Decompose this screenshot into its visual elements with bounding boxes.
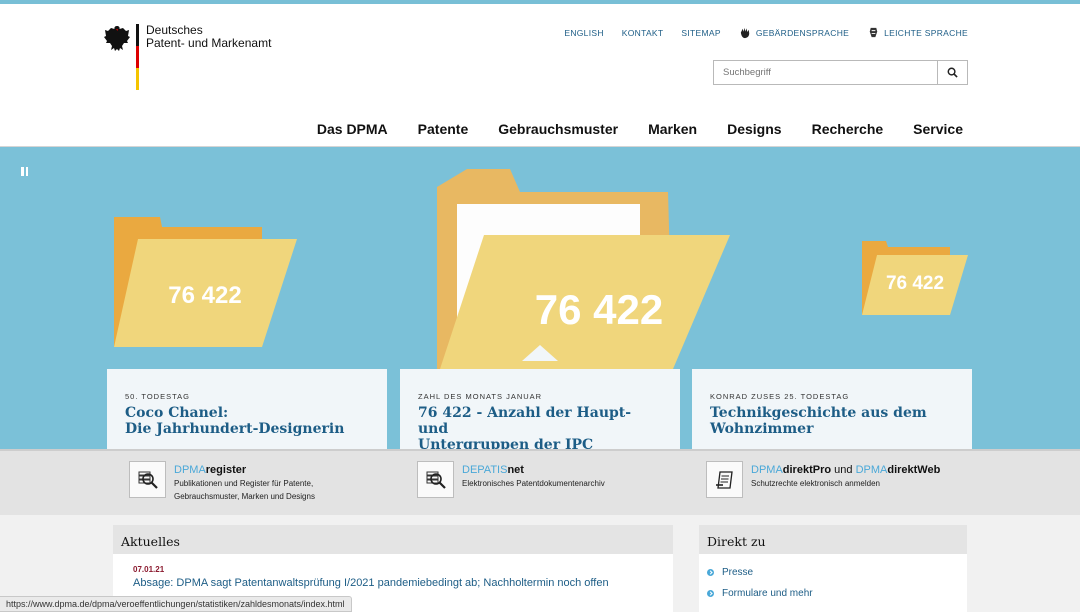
direkt-heading: Direkt zu — [699, 525, 967, 554]
link-sitemap-label: SITEMAP — [681, 27, 721, 38]
browser-status-url: https://www.dpma.de/dpma/veroeffentlichu… — [0, 596, 352, 612]
card-title: Technikgeschichte aus dem Wohnzimmer — [710, 405, 954, 437]
direkt-link-label: Presse — [722, 567, 754, 578]
card-title-line-1: 76 422 - Anzahl der Haupt- und — [418, 405, 632, 437]
direkt-link-label: Formulare und mehr — [722, 588, 813, 599]
service-brand: DEPATIS — [462, 464, 508, 476]
card-title-line-1: Coco Chanel: — [125, 405, 229, 421]
service-name: DEPATISnet — [462, 464, 605, 476]
card-title: 76 422 - Anzahl der Haupt- und Untergrup… — [418, 405, 662, 449]
logo-text: Deutsches Patent- und Markenamt — [146, 24, 271, 50]
service-product: direktPro — [782, 464, 832, 476]
link-gebaerdensprache[interactable]: GEBÄRDENSPRACHE — [739, 26, 849, 39]
hero-card-zahl-des-monats[interactable]: ZAHL DES MONATS JANUAR 76 422 - Anzahl d… — [400, 369, 680, 449]
service-nav: ENGLISH KONTAKT SITEMAP GEBÄRDENSPRACHE … — [564, 26, 968, 39]
folder-left: 76 422 — [114, 217, 297, 347]
card-title-line-2: Untergruppen der IPC — [418, 437, 594, 449]
service-desc-line-2: Gebrauchsmuster, Marken und Designs — [174, 492, 315, 501]
service-brand: DPMA — [174, 464, 206, 476]
service-brand: DPMA — [751, 464, 783, 476]
card-title-line-2: Die Jahrhundert-Designerin — [125, 421, 345, 437]
service-desc-line-1: Schutzrechte elektronisch anmelden — [751, 479, 880, 488]
pause-icon[interactable] — [21, 167, 29, 176]
folder-center: 76 422 — [437, 169, 730, 369]
link-leichte-sprache[interactable]: LEICHTE SPRACHE — [867, 26, 968, 39]
folder-right-number: 76 422 — [886, 273, 944, 294]
search-box — [713, 60, 968, 85]
hero-card-coco-chanel[interactable]: 50. TODESTAG Coco Chanel: Die Jahrhunder… — [107, 369, 387, 449]
dpma-logo[interactable]: Deutsches Patent- und Markenamt — [104, 22, 304, 94]
archive-search-icon — [417, 461, 454, 498]
direkt-link-formulare[interactable]: Formulare und mehr — [707, 588, 967, 599]
card-title: Coco Chanel: Die Jahrhundert-Designerin — [125, 405, 369, 437]
service-product: register — [205, 464, 247, 476]
register-search-icon — [129, 461, 166, 498]
service-dpmaregister[interactable]: DPMAregister Publikationen und Register … — [129, 461, 315, 503]
folder-right: 76 422 — [862, 241, 968, 315]
main-nav: Das DPMA Patente Gebrauchsmuster Marken … — [317, 121, 963, 137]
service-product: net — [507, 464, 524, 476]
federal-eagle-icon — [104, 26, 130, 51]
card-kicker: 50. TODESTAG — [125, 392, 190, 401]
service-name: DPMAregister — [174, 464, 315, 476]
aktuelles-heading: Aktuelles — [113, 525, 673, 554]
direkt-link-presse[interactable]: Presse — [707, 567, 967, 578]
arrow-bullet-icon — [707, 569, 714, 576]
nav-service[interactable]: Service — [913, 121, 963, 137]
card-kicker: ZAHL DES MONATS JANUAR — [418, 392, 543, 401]
service-dpmadirekt[interactable]: DPMAdirektPro und DPMAdirektWeb Schutzre… — [706, 461, 940, 498]
link-kontakt[interactable]: KONTAKT — [622, 28, 664, 38]
link-english[interactable]: ENGLISH — [564, 28, 603, 38]
link-english-label: ENGLISH — [564, 27, 604, 38]
top-accent-line — [0, 0, 1080, 4]
nav-recherche[interactable]: Recherche — [812, 121, 884, 137]
nav-marken[interactable]: Marken — [648, 121, 697, 137]
service-depatisnet[interactable]: DEPATISnet Elektronisches Patentdokument… — [417, 461, 605, 498]
news-link[interactable]: Absage: DPMA sagt Patentanwaltsprüfung I… — [133, 577, 673, 589]
search-icon — [947, 67, 958, 78]
card-kicker: KONRAD ZUSES 25. TODESTAG — [710, 392, 850, 401]
service-product-2: direktWeb — [887, 464, 941, 476]
link-sitemap[interactable]: SITEMAP — [681, 28, 720, 38]
logo-line-2: Patent- und Markenamt — [146, 36, 272, 50]
hero-slider: 76 422 76 422 76 422 50. TODESTAG Coco C… — [0, 147, 1080, 449]
direkt-panel: Direkt zu Presse Formulare und mehr — [699, 525, 967, 612]
service-name: DPMAdirektPro und DPMAdirektWeb — [751, 464, 940, 476]
sign-language-icon — [740, 27, 750, 39]
e-filing-icon — [706, 461, 743, 498]
nav-designs[interactable]: Designs — [727, 121, 781, 137]
search-input[interactable] — [714, 61, 937, 84]
link-leichte-sprache-label: LEICHTE SPRACHE — [884, 27, 968, 38]
folder-left-number: 76 422 — [168, 282, 241, 309]
card-title-line-1: Technikgeschichte aus dem — [710, 405, 927, 421]
link-kontakt-label: KONTAKT — [621, 27, 664, 38]
nav-das-dpma[interactable]: Das DPMA — [317, 121, 388, 137]
service-desc-line-1: Elektronisches Patentdokumentenarchiv — [462, 479, 605, 488]
service-desc: Elektronisches Patentdokumentenarchiv — [462, 477, 605, 490]
hero-card-konrad-zuse[interactable]: KONRAD ZUSES 25. TODESTAG Technikgeschic… — [692, 369, 972, 449]
service-desc-line-1: Publikationen und Register für Patente, — [174, 479, 314, 488]
service-brand-2: DPMA — [855, 464, 888, 476]
nav-patente[interactable]: Patente — [418, 121, 469, 137]
card-title-line-2: Wohnzimmer — [710, 421, 814, 437]
search-button[interactable] — [937, 61, 967, 84]
direkt-list: Presse Formulare und mehr — [699, 567, 967, 599]
flag-stripe — [136, 24, 139, 90]
link-gebaerdensprache-label: GEBÄRDENSPRACHE — [755, 27, 850, 38]
service-connector: und — [834, 464, 853, 476]
folder-center-number: 76 422 — [535, 286, 663, 333]
easy-language-icon — [869, 27, 878, 38]
service-desc: Schutzrechte elektronisch anmelden — [751, 477, 940, 490]
services-band: DPMAregister Publikationen und Register … — [0, 449, 1080, 515]
news-date: 07.01.21 — [133, 565, 165, 574]
service-desc: Publikationen und Register für Patente, … — [174, 477, 315, 503]
arrow-bullet-icon — [707, 590, 714, 597]
nav-gebrauchsmuster[interactable]: Gebrauchsmuster — [498, 121, 618, 137]
